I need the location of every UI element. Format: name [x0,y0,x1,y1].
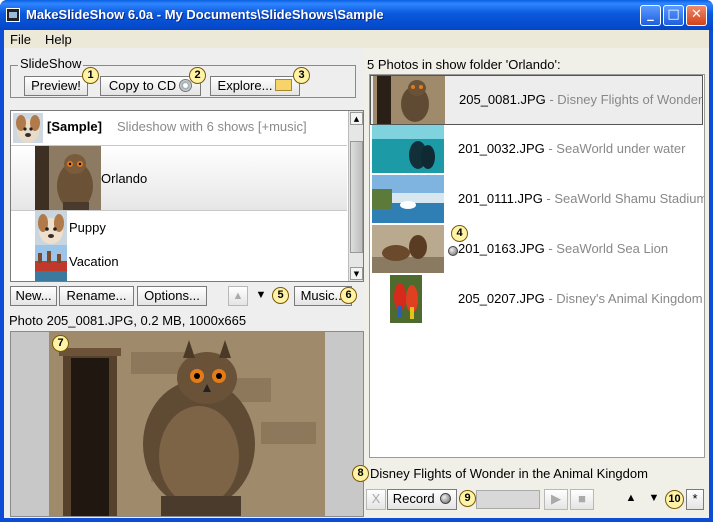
photo-desc: - SeaWorld Shamu Stadium [542,191,705,206]
show-list[interactable]: [Sample] Slideshow with 6 shows [+music]… [10,110,364,282]
record-label: Record [392,491,435,506]
show-list-root-desc: Slideshow with 6 shows [+music] [117,119,307,134]
title-bar[interactable]: MakeSlideShow 6.0a - My Documents\SlideS… [0,0,713,30]
window-border-bottom [0,518,713,522]
recording-progress [476,490,540,509]
photo-desc: - Disney Flights of Wonder [545,92,703,107]
photo-file: 205_0081.JPG [459,92,546,107]
show-item-vacation[interactable]: Vacation [11,245,347,281]
client-area: File Help SlideShow Preview! 1 Copy to C… [4,30,709,518]
show-list-scrollbar[interactable]: ▲ ▼ [348,111,363,281]
scroll-down-arrow[interactable]: ▼ [350,267,363,280]
caption-field[interactable]: Disney Flights of Wonder in the Animal K… [370,466,705,484]
slideshow-group-legend: SlideShow [18,56,84,71]
orlando-thumbnail [35,146,101,210]
maximize-button[interactable]: □ [663,5,684,26]
delete-recording-button[interactable]: X [366,489,386,510]
show-list-root-name: [Sample] [47,119,102,134]
photo-name: 205_0207.JPG - Disney's Animal Kingdom [458,291,703,306]
window-border-right [709,30,713,522]
photo-row[interactable]: 201_0032.JPG - SeaWorld under water [370,125,703,175]
callout-5: 5 [272,287,289,304]
callout-9: 9 [459,490,476,507]
app-window: MakeSlideShow 6.0a - My Documents\SlideS… [0,0,713,522]
photo-thumbnail [372,125,444,173]
photo-row[interactable]: 201_0111.JPG - SeaWorld Shamu Stadium [370,175,705,225]
callout-7: 7 [52,335,69,352]
photo-name: 205_0081.JPG - Disney Flights of Wonder [459,92,702,107]
menu-help[interactable]: Help [45,32,72,47]
callout-1: 1 [82,67,99,84]
move-photo-up-button[interactable]: ▲ [621,489,641,510]
stop-button[interactable]: ■ [570,489,594,510]
rename-show-button[interactable]: Rename... [59,286,134,306]
photo-info-text: Photo 205_0081.JPG, 0.2 MB, 1000x665 [9,313,247,328]
photo-file: 205_0207.JPG [458,291,545,306]
callout-4: 4 [451,225,468,242]
photo-thumbnail [373,76,445,124]
sample-thumbnail [13,113,43,143]
scroll-up-arrow[interactable]: ▲ [350,112,363,125]
show-item-orlando[interactable]: Orlando [11,145,347,211]
window-title: MakeSlideShow 6.0a - My Documents\SlideS… [26,7,384,22]
show-list-header[interactable]: [Sample] Slideshow with 6 shows [+music] [11,111,347,145]
vacation-thumbnail [35,245,67,281]
photo-file: 201_0032.JPG [458,141,545,156]
copy-to-cd-button[interactable]: Copy to CD [100,76,201,96]
menu-file[interactable]: File [10,32,31,47]
photo-row[interactable]: 205_0207.JPG - Disney's Animal Kingdom [370,275,703,325]
caption-text[interactable]: Disney Flights of Wonder in the Animal K… [370,466,648,481]
photo-name: 201_0111.JPG - SeaWorld Shamu Stadium [458,191,705,206]
photo-name: 201_0163.JPG - SeaWorld Sea Lion [458,241,668,256]
callout-10: 10 [665,490,684,509]
explore-button[interactable]: Explore... [210,76,300,96]
move-photo-down-button[interactable]: ▼ [644,489,664,510]
puppy-thumbnail [35,211,67,245]
show-item-puppy[interactable]: Puppy [11,211,347,245]
move-show-up-button[interactable]: ▲ [228,286,248,306]
play-button[interactable]: ▶ [544,489,568,510]
show-item-label: Orlando [101,171,148,186]
menu-bar: File Help [4,30,709,48]
callout-8: 8 [352,465,369,482]
new-show-button[interactable]: New... [10,286,57,306]
minimize-button[interactable]: _ [640,5,661,26]
photos-header: 5 Photos in show folder 'Orlando': [367,57,561,72]
photo-row[interactable]: 205_0081.JPG - Disney Flights of Wonder [370,75,703,125]
sound-icon [448,246,458,256]
app-icon [6,8,20,22]
photo-desc: - Disney's Animal Kingdom [544,291,703,306]
preview-button[interactable]: Preview! [24,76,88,96]
record-icon [440,493,452,504]
folder-icon [275,79,293,91]
options-button[interactable]: Options... [137,286,207,306]
photo-thumbnail [390,275,422,323]
callout-3: 3 [293,67,310,84]
photo-list[interactable]: 205_0081.JPG - Disney Flights of Wonder … [369,74,705,458]
move-show-down-button[interactable]: ▼ [251,286,271,306]
scroll-thumb[interactable] [350,141,363,253]
photo-thumbnail [372,225,444,273]
callout-2: 2 [189,67,206,84]
photo-file: 201_0163.JPG [458,241,545,256]
show-item-label: Puppy [69,220,106,235]
callout-6: 6 [340,287,357,304]
copy-to-cd-label: Copy to CD [108,78,177,93]
photo-preview [10,331,364,517]
photo-desc: - SeaWorld under water [544,141,686,156]
photo-file: 201_0111.JPG [458,191,543,206]
show-item-label: Vacation [69,254,119,269]
explore-label: Explore... [217,78,273,93]
star-button[interactable]: * [686,489,704,510]
record-button[interactable]: Record [387,489,457,510]
photo-desc: - SeaWorld Sea Lion [544,241,669,256]
photo-name: 201_0032.JPG - SeaWorld under water [458,141,685,156]
close-button[interactable]: ✕ [686,5,707,26]
photo-row[interactable]: 201_0163.JPG - SeaWorld Sea Lion [370,225,703,275]
owl-photo [11,332,363,516]
photo-thumbnail [372,175,444,223]
